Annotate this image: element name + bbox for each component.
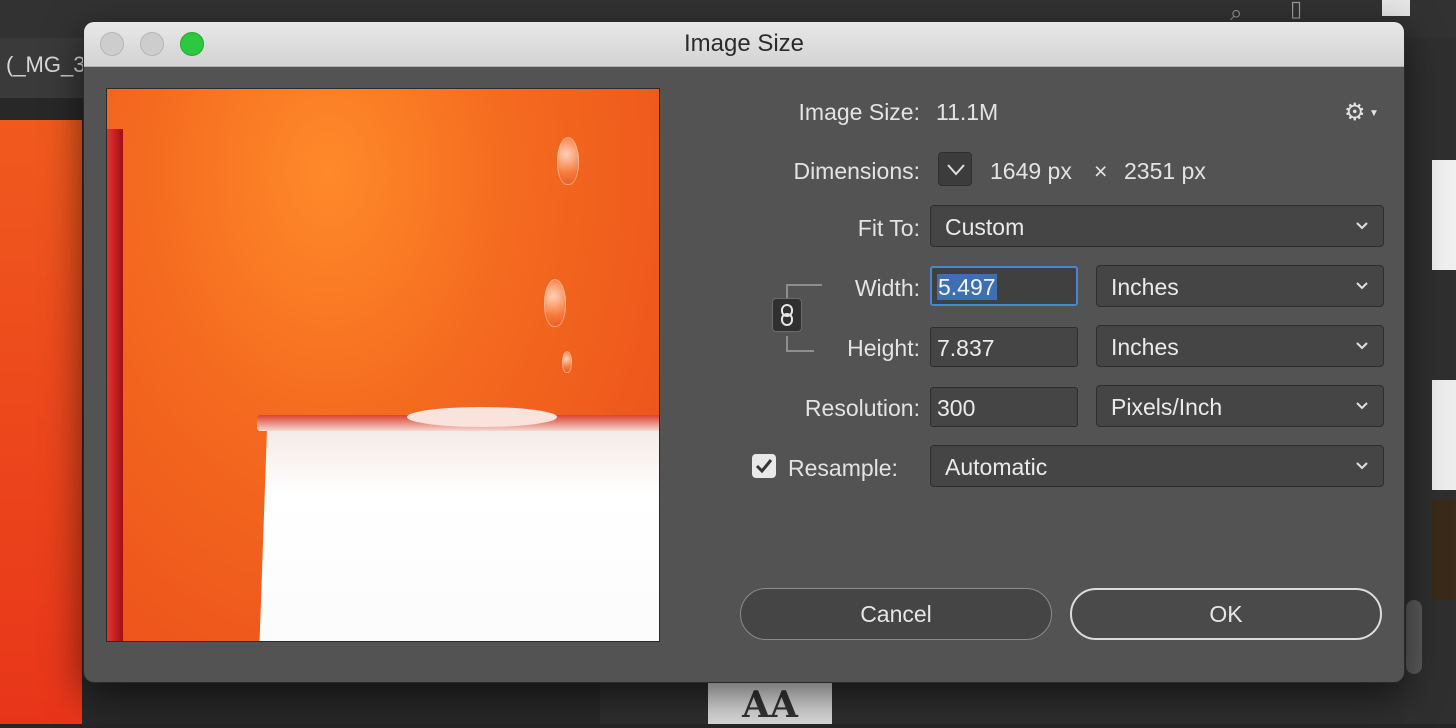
fit-to-label: Fit To:	[857, 215, 920, 241]
gear-icon[interactable]: ⚙	[1344, 98, 1366, 127]
dimensions-menu-button[interactable]	[938, 152, 972, 186]
width-value: 5.497	[937, 274, 997, 300]
resolution-label: Resolution:	[804, 395, 920, 421]
dimensions-width: 1649 px	[990, 158, 1072, 184]
chain-link-icon	[781, 304, 793, 326]
resample-checkbox[interactable]	[752, 454, 776, 478]
search-icon[interactable]: ⌕	[1230, 0, 1242, 25]
image-size-label: Image Size:	[798, 99, 920, 125]
dimensions-height: 2351 px	[1124, 158, 1206, 184]
chevron-down-icon	[1356, 222, 1368, 230]
height-unit-select[interactable]: Inches	[1096, 325, 1384, 367]
thumbnail[interactable]	[1432, 160, 1456, 270]
chevron-down-icon	[1356, 282, 1368, 290]
fit-to-value: Custom	[945, 214, 1025, 240]
panel-icon[interactable]: ▯	[1290, 0, 1302, 21]
dialog-titlebar[interactable]: Image Size	[84, 22, 1404, 67]
resolution-input[interactable]: 300	[930, 387, 1078, 427]
preview-drop	[562, 351, 572, 373]
height-label: Height:	[847, 335, 920, 361]
thumbnail[interactable]	[1432, 380, 1456, 490]
dimensions-times: ×	[1094, 158, 1108, 184]
resample-select[interactable]: Automatic	[930, 445, 1384, 487]
resolution-unit-select[interactable]: Pixels/Inch	[1096, 385, 1384, 427]
canvas-photo	[0, 120, 82, 724]
chevron-down-icon	[947, 164, 965, 176]
width-label: Width:	[854, 275, 920, 301]
preview-foam	[407, 407, 557, 427]
ok-button[interactable]: OK	[1070, 588, 1382, 640]
resample-value: Automatic	[945, 454, 1048, 480]
cancel-button[interactable]: Cancel	[740, 588, 1052, 640]
resolution-unit-value: Pixels/Inch	[1111, 394, 1223, 420]
dialog-title: Image Size	[683, 30, 805, 57]
dimensions-label: Dimensions:	[793, 158, 920, 184]
preview-glass	[258, 423, 659, 641]
image-size-dialog: Image Size Image Size: 11.1M ⚙ ▼ Dimensi…	[84, 22, 1404, 682]
glyph-preview: AA	[708, 682, 832, 726]
resample-label: Resample:	[788, 455, 898, 481]
height-unit-value: Inches	[1111, 334, 1179, 360]
image-preview[interactable]	[106, 88, 660, 642]
preview-drop	[557, 137, 579, 185]
fit-to-select[interactable]: Custom	[930, 205, 1384, 247]
checkmark-icon	[755, 459, 773, 474]
resolution-value: 300	[937, 395, 976, 421]
scrollbar[interactable]	[1406, 600, 1422, 674]
preview-drop	[544, 279, 566, 327]
width-input[interactable]: 5.497	[930, 266, 1078, 306]
chevron-down-icon	[1356, 342, 1368, 350]
share-icon[interactable]	[1382, 0, 1410, 16]
image-size-value: 11.1M	[936, 99, 999, 125]
width-unit-select[interactable]: Inches	[1096, 265, 1384, 307]
chevron-down-icon	[1356, 462, 1368, 470]
document-tab[interactable]: (_MG_3	[0, 52, 85, 78]
preview-can	[107, 129, 123, 641]
chevron-down-icon: ▼	[1369, 108, 1379, 119]
chevron-down-icon	[1356, 402, 1368, 410]
height-value: 7.837	[937, 335, 995, 361]
height-input[interactable]: 7.837	[930, 327, 1078, 367]
constrain-proportions-button[interactable]	[772, 298, 802, 332]
thumbnail[interactable]	[1432, 500, 1456, 600]
width-unit-value: Inches	[1111, 274, 1179, 300]
